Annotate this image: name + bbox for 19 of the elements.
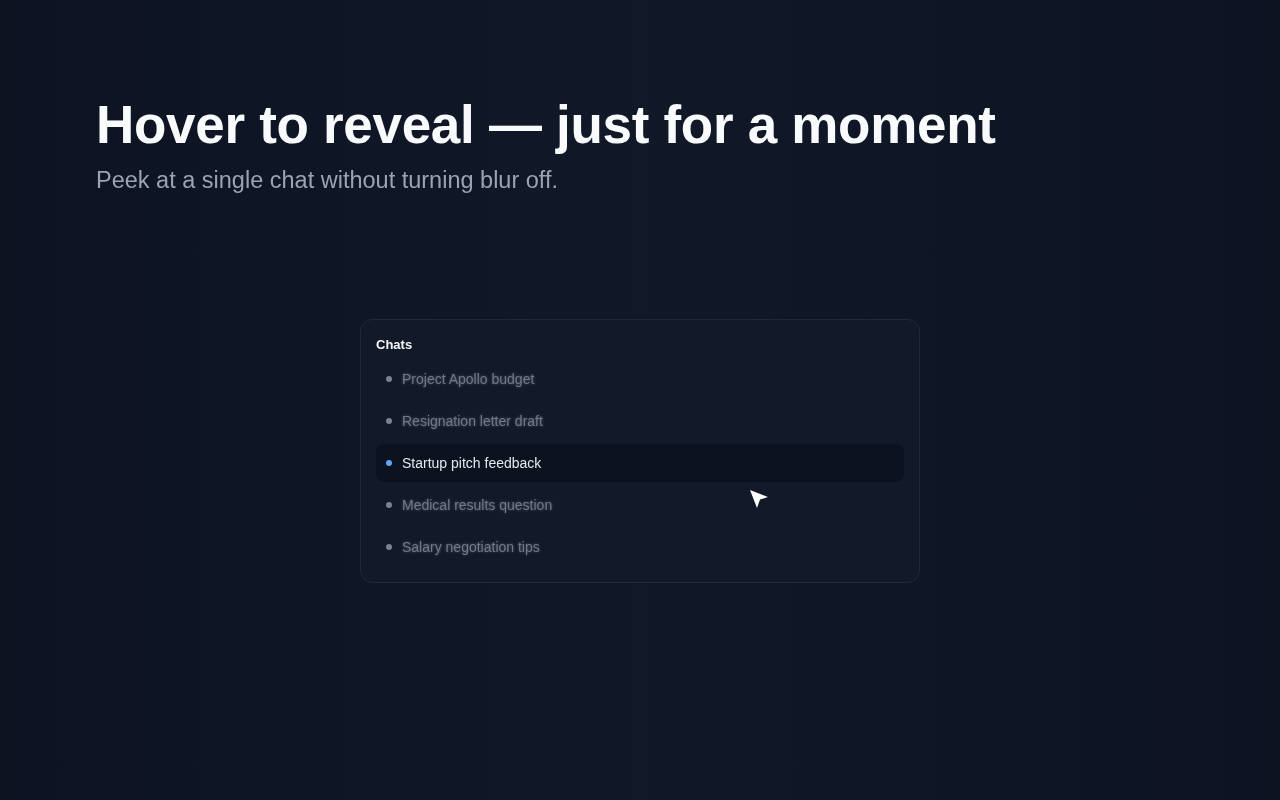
chat-title: Resignation letter draft bbox=[402, 412, 543, 430]
chat-item[interactable]: Project Apollo budget bbox=[376, 360, 904, 398]
chat-item[interactable]: Startup pitch feedback bbox=[376, 444, 904, 482]
chat-title: Startup pitch feedback bbox=[402, 454, 542, 472]
chat-title: Project Apollo budget bbox=[402, 370, 535, 388]
status-dot-icon bbox=[386, 460, 392, 466]
chat-item[interactable]: Resignation letter draft bbox=[376, 402, 904, 440]
page-subtitle: Peek at a single chat without turning blur off. bbox=[96, 166, 558, 195]
mouse-pointer-icon bbox=[749, 489, 769, 509]
panel-title: Chats bbox=[376, 336, 413, 354]
status-dot-icon bbox=[386, 376, 392, 382]
chat-title: Salary negotiation tips bbox=[402, 538, 540, 556]
chat-item[interactable]: Medical results question bbox=[376, 486, 904, 524]
status-dot-icon bbox=[386, 418, 392, 424]
chat-item[interactable]: Salary negotiation tips bbox=[376, 528, 904, 566]
status-dot-icon bbox=[386, 544, 392, 550]
status-dot-icon bbox=[386, 502, 392, 508]
chat-title: Medical results question bbox=[402, 496, 553, 514]
page-heading: Hover to reveal — just for a moment bbox=[96, 94, 996, 156]
